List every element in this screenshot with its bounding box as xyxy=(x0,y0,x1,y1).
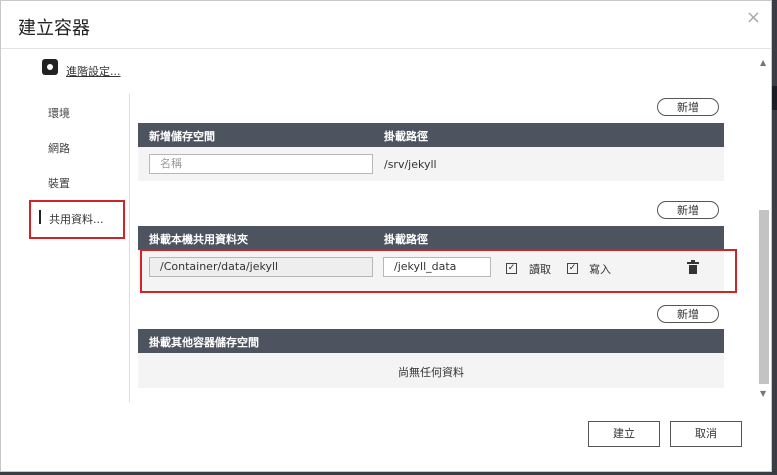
advanced-settings[interactable]: 進階設定... xyxy=(42,55,121,79)
column-mount-path: 掛載路徑 xyxy=(384,130,428,143)
column-new-storage: 新增儲存空間 xyxy=(149,130,215,143)
add-container-volume-button[interactable]: 新增 xyxy=(657,305,719,323)
sidebar-item-network[interactable]: 網路 xyxy=(48,140,70,156)
add-shared-folder-button[interactable]: 新增 xyxy=(657,201,719,219)
volume-name-input[interactable]: 名稱 xyxy=(149,154,373,174)
gear-icon xyxy=(42,59,58,75)
scrollbar-thumb[interactable] xyxy=(759,210,769,384)
mount-path-value: /srv/jekyll xyxy=(384,158,437,171)
empty-message: 尚無任何資料 xyxy=(398,366,464,379)
column-host-folder: 掛載本機共用資料夾 xyxy=(149,233,248,246)
storage-table-header: 新增儲存空間 掛載路徑 xyxy=(138,123,724,147)
dialog-title: 建立容器 xyxy=(18,18,90,39)
container-volume-table-header: 掛載其他容器儲存空間 xyxy=(138,329,724,353)
sidebar-item-shared-folders[interactable]: 共用資料... xyxy=(29,200,125,239)
create-button[interactable]: 建立 xyxy=(588,421,660,447)
shared-folder-table-header: 掛載本機共用資料夾 掛載路徑 xyxy=(138,226,724,250)
active-indicator xyxy=(39,210,41,224)
scroll-down-icon[interactable]: ▼ xyxy=(760,389,766,398)
scroll-up-icon[interactable]: ▲ xyxy=(760,58,766,67)
table-row: 名稱 /srv/jekyll xyxy=(138,147,724,181)
sidebar-item-label: 共用資料... xyxy=(49,213,104,226)
sidebar-divider xyxy=(129,94,130,402)
background-window-edge xyxy=(772,86,777,110)
column-mount-path: 掛載路徑 xyxy=(384,233,428,246)
sidebar-item-environment[interactable]: 環境 xyxy=(48,105,70,121)
close-icon[interactable]: × xyxy=(746,7,761,28)
title-divider xyxy=(1,48,771,49)
cancel-button[interactable]: 取消 xyxy=(670,421,742,447)
empty-row: 尚無任何資料 xyxy=(138,353,724,388)
advanced-settings-link[interactable]: 進階設定... xyxy=(66,63,121,79)
sidebar-item-device[interactable]: 裝置 xyxy=(48,175,70,191)
highlight-box xyxy=(140,249,737,293)
create-container-dialog: 建立容器 × 進階設定... 環境 網路 裝置 共用資料... 新增 新增儲存空… xyxy=(0,0,772,472)
column-container-volume: 掛載其他容器儲存空間 xyxy=(149,336,259,349)
add-storage-button[interactable]: 新增 xyxy=(657,98,719,116)
